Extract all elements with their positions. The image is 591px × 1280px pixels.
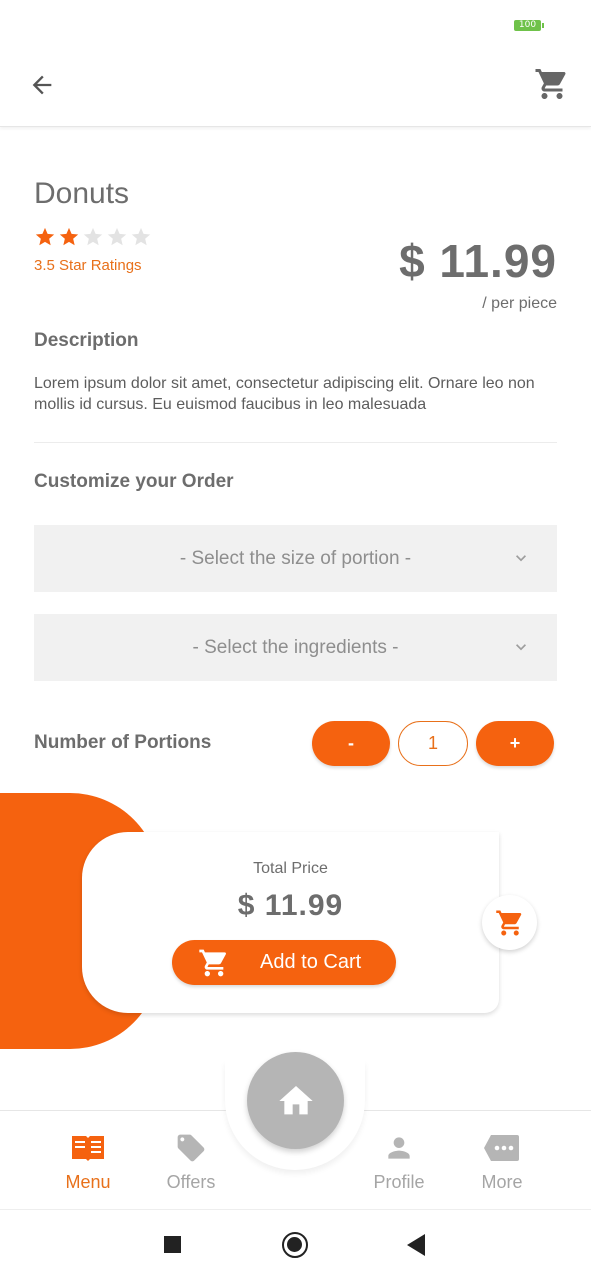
system-home-button[interactable] — [282, 1232, 308, 1258]
increase-button[interactable]: + — [476, 721, 554, 766]
description-title: Description — [34, 330, 139, 351]
menu-book-icon — [72, 1136, 104, 1161]
floating-cart-button[interactable] — [482, 895, 537, 950]
chevron-down-icon — [516, 555, 526, 562]
price-unit: / per piece — [482, 295, 557, 312]
cart-icon — [199, 949, 227, 976]
chevron-down-icon — [516, 644, 526, 651]
cart-icon — [535, 69, 566, 99]
home-icon — [278, 1085, 313, 1114]
star-empty-icon — [83, 227, 103, 246]
nav-label-more: More — [481, 1172, 523, 1192]
star-empty-icon — [107, 227, 127, 246]
rating-text: 3.5 Star Ratings — [34, 257, 142, 274]
arrow-back-icon — [32, 75, 52, 95]
ingredients-select[interactable]: - Select the ingredients - — [34, 614, 557, 681]
portion-size-placeholder: - Select the size of portion - — [179, 547, 412, 569]
back-button[interactable] — [24, 67, 60, 103]
home-button[interactable] — [247, 1052, 344, 1149]
person-icon — [388, 1137, 410, 1159]
portions-label: Number of Portions — [34, 732, 212, 753]
total-price-value: $ 11.99 — [237, 889, 344, 922]
product-price: $ 11.99 — [399, 235, 557, 287]
star-filled-icon — [59, 227, 79, 246]
add-to-cart-label: Add to Cart — [260, 951, 362, 973]
star-rating — [34, 226, 152, 248]
quantity-display[interactable]: 1 — [398, 721, 468, 766]
cart-button[interactable] — [533, 65, 571, 103]
nav-item-offers[interactable]: Offers — [146, 1132, 236, 1193]
customize-title: Customize your Order — [34, 471, 234, 492]
portion-size-select[interactable]: - Select the size of portion - — [34, 525, 557, 592]
nav-item-more[interactable]: More — [457, 1132, 547, 1193]
add-to-cart-button[interactable]: Add to Cart — [172, 940, 396, 985]
description-text: Lorem ipsum dolor sit amet, consectetur … — [34, 375, 535, 413]
more-icon — [484, 1135, 519, 1161]
recents-button[interactable] — [164, 1236, 181, 1253]
product-detail-screen: 100 Donuts 3.5 Star Ratings $ 11.99 / pe… — [0, 0, 591, 1280]
product-name: Donuts — [34, 177, 130, 210]
divider — [34, 442, 557, 443]
star-filled-icon — [35, 227, 55, 246]
tag-icon — [177, 1134, 205, 1162]
nav-label-menu: Menu — [65, 1172, 111, 1192]
app-bar — [0, 52, 591, 127]
nav-item-profile[interactable]: Profile — [354, 1132, 444, 1193]
nav-item-menu[interactable]: Menu — [43, 1132, 133, 1193]
cart-icon — [495, 910, 521, 935]
total-price-card: Total Price $ 11.99 Add to Cart — [82, 832, 499, 1013]
battery-icon: 100 — [514, 20, 544, 31]
system-back-button[interactable] — [407, 1234, 425, 1256]
status-bar: 100 — [0, 0, 591, 52]
decrease-button[interactable]: - — [312, 721, 390, 766]
nav-label-offers: Offers — [166, 1172, 216, 1192]
total-price-label: Total Price — [253, 860, 328, 877]
ingredients-placeholder: - Select the ingredients - — [192, 636, 399, 658]
nav-label-profile: Profile — [373, 1172, 425, 1192]
star-empty-icon — [131, 227, 151, 246]
